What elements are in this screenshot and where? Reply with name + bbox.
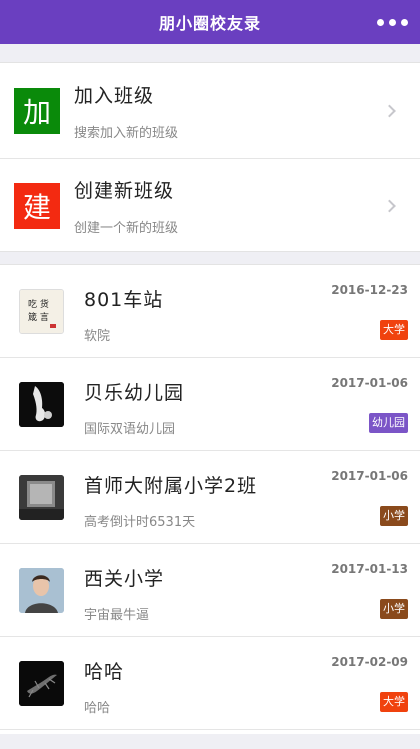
class-avatar (19, 475, 64, 520)
class-desc: 国际双语幼儿园 (84, 422, 176, 437)
join-class-title: 加入班级 (74, 84, 155, 107)
create-class-subtitle: 创建一个新的班级 (74, 221, 179, 236)
page-title: 朋小圈校友录 (158, 14, 261, 33)
class-date: 2017-01-06 (331, 469, 408, 483)
dot (401, 18, 408, 26)
create-class-text: 创建新班级 创建一个新的班级 (74, 171, 178, 241)
class-name: 首师大附属小学2班 (84, 475, 258, 497)
class-avatar (19, 568, 64, 613)
top-navbar: 朋小圈校友录 (0, 0, 420, 44)
person-photo-icon (19, 568, 64, 613)
class-avatar (19, 382, 64, 427)
class-item-xiguan[interactable]: 西关小学 宇宙最牛逼 2017-01-13 小学 (0, 544, 420, 637)
class-desc: 高考倒计时6531天 (84, 515, 196, 530)
svg-text:吃 货: 吃 货 (28, 298, 49, 310)
class-badge: 大学 (380, 320, 408, 340)
class-avatar (19, 661, 64, 706)
class-avatar: 吃 货 箴 言 (19, 289, 64, 334)
actions-section: 加 加入班级 搜索加入新的班级 建 创建新班级 创建一个新的班级 (0, 62, 420, 252)
dot (389, 18, 396, 26)
class-desc: 宇宙最牛逼 (84, 608, 150, 623)
class-badge: 大学 (380, 692, 408, 712)
class-date: 2016-12-23 (331, 283, 408, 297)
join-class-text: 加入班级 搜索加入新的班级 (74, 76, 178, 146)
class-badge: 小学 (380, 506, 408, 526)
create-icon-char: 建 (22, 191, 51, 224)
book-cover-icon: 吃 货 箴 言 (20, 290, 63, 333)
class-badge: 幼儿园 (369, 413, 408, 433)
create-class-icon: 建 (14, 183, 60, 229)
class-name: 贝乐幼儿园 (84, 382, 185, 404)
class-item-801[interactable]: 吃 货 箴 言 801车站 软院 2016-12-23 大学 (0, 265, 420, 358)
class-item-beile[interactable]: 贝乐幼儿园 国际双语幼儿园 2017-01-06 幼儿园 (0, 358, 420, 451)
class-list: 吃 货 箴 言 801车站 软院 2016-12-23 大学 贝乐幼儿园 国际双… (0, 264, 420, 734)
class-name: 西关小学 (84, 568, 165, 590)
create-class-item[interactable]: 建 创建新班级 创建一个新的班级 (0, 158, 420, 253)
more-dots-icon[interactable] (377, 12, 408, 32)
class-date: 2017-02-09 (331, 655, 408, 669)
create-class-title: 创建新班级 (74, 180, 175, 202)
class-name: 哈哈 (84, 661, 125, 683)
chevron-right-icon (383, 104, 396, 117)
dot (377, 18, 384, 26)
class-item-haha[interactable]: 哈哈 哈哈 2017-02-09 大学 (0, 637, 420, 730)
class-date: 2017-01-13 (331, 562, 408, 576)
chevron-right-icon (383, 199, 396, 213)
class-item-shoushi[interactable]: 首师大附属小学2班 高考倒计时6531天 2017-01-06 小学 (0, 451, 420, 544)
class-desc: 软院 (84, 329, 111, 344)
photo-icon (19, 475, 64, 520)
lizard-image-icon (19, 661, 64, 706)
svg-text:箴 言: 箴 言 (28, 311, 49, 323)
class-date: 2017-01-06 (331, 376, 408, 390)
join-class-subtitle: 搜索加入新的班级 (74, 125, 179, 141)
join-class-icon: 加 (14, 87, 60, 134)
join-class-item[interactable]: 加 加入班级 搜索加入新的班级 (0, 63, 420, 158)
class-name: 801车站 (84, 289, 164, 311)
join-icon-char: 加 (22, 95, 51, 129)
class-badge: 小学 (380, 599, 408, 619)
class-desc: 哈哈 (84, 701, 111, 716)
bone-image-icon (19, 382, 64, 427)
